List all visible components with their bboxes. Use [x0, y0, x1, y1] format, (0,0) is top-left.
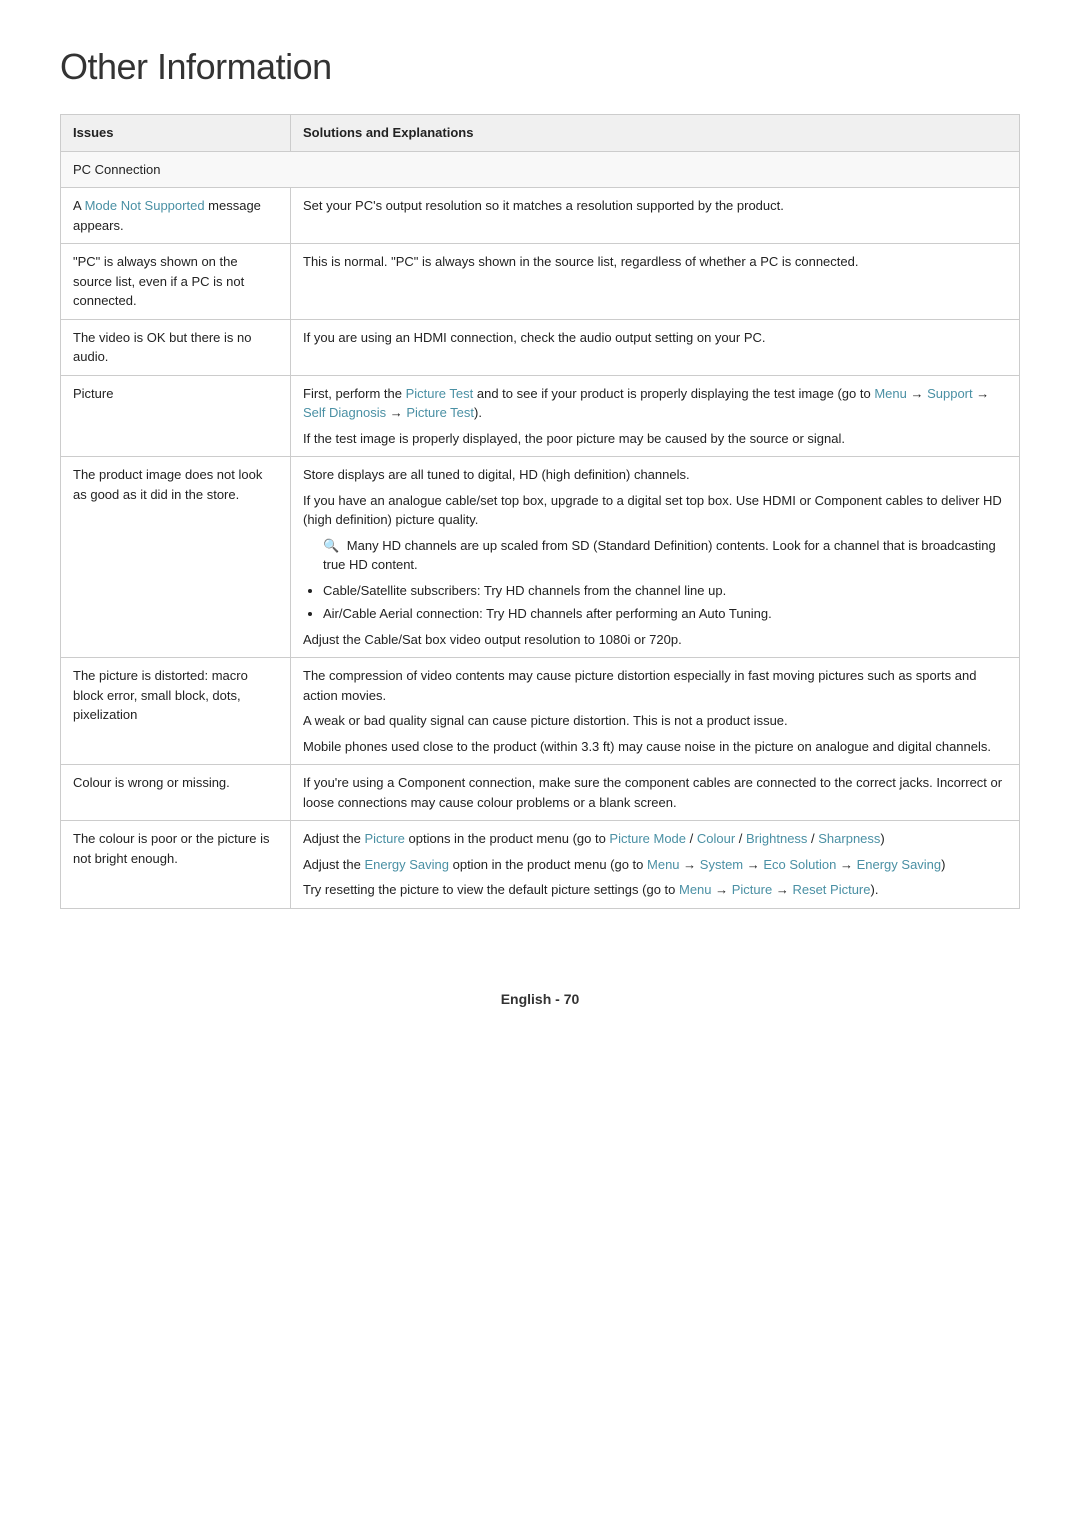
table-row: The colour is poor or the picture is not…: [61, 821, 1020, 909]
eco-solution-link[interactable]: Eco Solution: [763, 857, 836, 872]
solution-cell: Store displays are all tuned to digital,…: [291, 457, 1020, 658]
reset-picture-link[interactable]: Reset Picture: [792, 882, 870, 897]
colour-link[interactable]: Colour: [697, 831, 735, 846]
menu-link[interactable]: Menu: [874, 386, 907, 401]
brightness-link[interactable]: Brightness: [746, 831, 807, 846]
table-row: The picture is distorted: macro block er…: [61, 658, 1020, 765]
energy-saving-link[interactable]: Energy Saving: [364, 857, 449, 872]
solution-cell: Adjust the Picture options in the produc…: [291, 821, 1020, 909]
table-row: The video is OK but there is no audio. I…: [61, 319, 1020, 375]
system-link[interactable]: System: [700, 857, 743, 872]
support-link[interactable]: Support: [927, 386, 973, 401]
solution-cell: This is normal. "PC" is always shown in …: [291, 244, 1020, 320]
list-item: Air/Cable Aerial connection: Try HD chan…: [323, 604, 1007, 624]
menu-link2[interactable]: Menu: [647, 857, 680, 872]
table-row: Colour is wrong or missing. If you're us…: [61, 765, 1020, 821]
note-icon: 🔍: [323, 536, 339, 556]
table-row: "PC" is always shown on the source list,…: [61, 244, 1020, 320]
solution-cell: The compression of video contents may ca…: [291, 658, 1020, 765]
issue-cell: The video is OK but there is no audio.: [61, 319, 291, 375]
section-header-label: PC Connection: [61, 151, 1020, 188]
col-solutions: Solutions and Explanations: [291, 115, 1020, 152]
menu-link3[interactable]: Menu: [679, 882, 712, 897]
table-row: Picture First, perform the Picture Test …: [61, 375, 1020, 457]
issue-cell: The picture is distorted: macro block er…: [61, 658, 291, 765]
list-item: Cable/Satellite subscribers: Try HD chan…: [323, 581, 1007, 601]
footer: English - 70: [60, 989, 1020, 1010]
picture-test-link2[interactable]: Picture Test: [406, 405, 474, 420]
issue-cell: The colour is poor or the picture is not…: [61, 821, 291, 909]
picture-link[interactable]: Picture: [364, 831, 404, 846]
issue-cell: Picture: [61, 375, 291, 457]
issue-cell: The product image does not look as good …: [61, 457, 291, 658]
main-table: Issues Solutions and Explanations PC Con…: [60, 114, 1020, 909]
table-row: The product image does not look as good …: [61, 457, 1020, 658]
issue-cell: "PC" is always shown on the source list,…: [61, 244, 291, 320]
solution-cell: Set your PC's output resolution so it ma…: [291, 188, 1020, 244]
col-issues: Issues: [61, 115, 291, 152]
issue-cell: Colour is wrong or missing.: [61, 765, 291, 821]
issue-cell: A Mode Not Supported message appears.: [61, 188, 291, 244]
page-title: Other Information: [60, 40, 1020, 94]
picture-mode-link[interactable]: Picture Mode: [609, 831, 686, 846]
solution-cell: First, perform the Picture Test and to s…: [291, 375, 1020, 457]
solution-cell: If you are using an HDMI connection, che…: [291, 319, 1020, 375]
section-pc-connection: PC Connection: [61, 151, 1020, 188]
footer-text: English - 70: [501, 991, 580, 1007]
self-diagnosis-link[interactable]: Self Diagnosis: [303, 405, 386, 420]
table-row: A Mode Not Supported message appears. Se…: [61, 188, 1020, 244]
sharpness-link[interactable]: Sharpness: [818, 831, 880, 846]
solution-cell: If you're using a Component connection, …: [291, 765, 1020, 821]
picture-test-link[interactable]: Picture Test: [406, 386, 474, 401]
picture-link2[interactable]: Picture: [732, 882, 772, 897]
energy-saving-link2[interactable]: Energy Saving: [857, 857, 942, 872]
mode-not-supported-link[interactable]: Mode Not Supported: [85, 198, 205, 213]
